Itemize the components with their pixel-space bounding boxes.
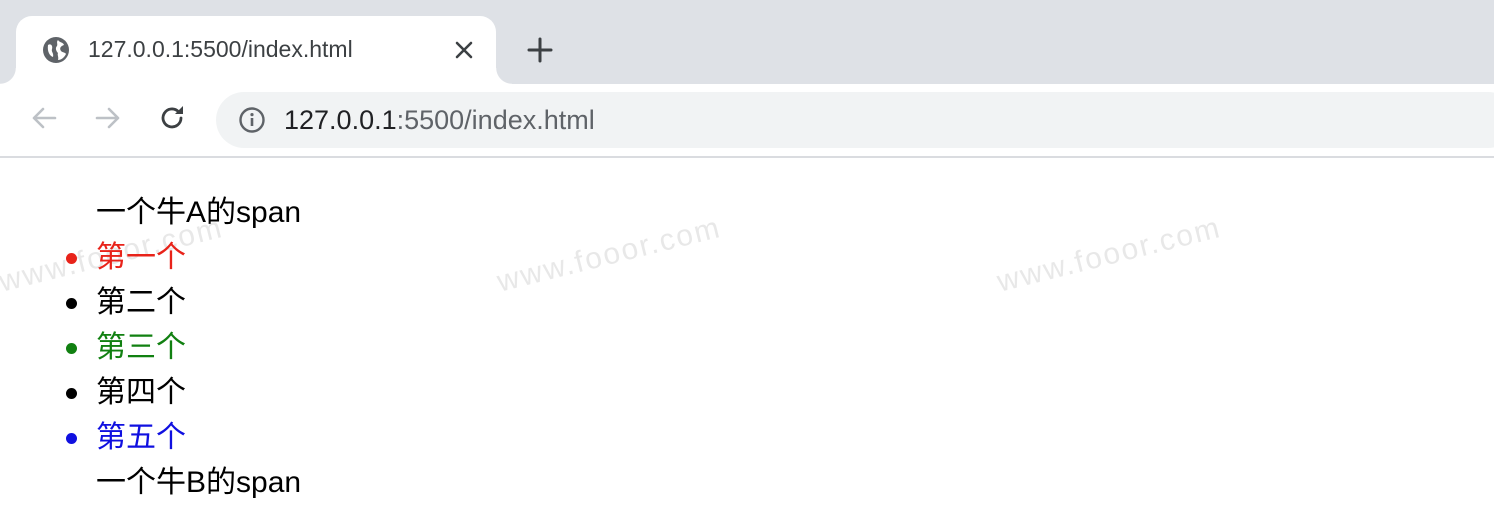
- close-icon[interactable]: [452, 38, 476, 62]
- list-item: 第二个: [66, 285, 186, 321]
- watermark: www.fooor.com: [993, 211, 1225, 299]
- list-item-text: 第五个: [96, 421, 186, 454]
- page-content: www.fooor.com www.fooor.com www.fooor.co…: [0, 158, 1494, 516]
- list-item: 第四个: [66, 375, 186, 411]
- forward-arrow-icon[interactable]: [92, 102, 124, 134]
- list-item: 第五个: [66, 420, 186, 456]
- browser-tab[interactable]: 127.0.0.1:5500/index.html: [0, 16, 512, 84]
- new-tab-plus-icon[interactable]: [524, 34, 556, 66]
- url-host: 127.0.0.1: [284, 105, 397, 135]
- info-icon[interactable]: [238, 106, 266, 134]
- list-bullet: [66, 253, 77, 264]
- reload-icon[interactable]: [156, 102, 188, 134]
- url-text[interactable]: 127.0.0.1:5500/index.html: [284, 105, 595, 136]
- list-bullet: [66, 298, 77, 309]
- span-a: 一个牛A的span: [96, 196, 302, 229]
- list-item-text: 第二个: [96, 286, 186, 319]
- span-b: 一个牛B的span: [96, 466, 302, 499]
- list-bullet: [66, 433, 77, 444]
- list-item-text: 第三个: [96, 331, 186, 364]
- address-bar[interactable]: 127.0.0.1:5500/index.html: [216, 92, 1494, 148]
- watermark: www.fooor.com: [493, 211, 725, 299]
- globe-icon: [43, 37, 69, 63]
- list-item: 第一个: [66, 240, 186, 276]
- browser-toolbar: 127.0.0.1:5500/index.html: [0, 84, 1494, 158]
- url-path: :5500/index.html: [396, 105, 595, 135]
- list-item-text: 第一个: [96, 241, 186, 274]
- tab-title: 127.0.0.1:5500/index.html: [88, 36, 353, 62]
- list-item: 第三个: [66, 330, 186, 366]
- back-arrow-icon[interactable]: [28, 102, 60, 134]
- list-item-text: 第四个: [96, 376, 186, 409]
- tab-strip: 127.0.0.1:5500/index.html: [0, 0, 1494, 84]
- list-bullet: [66, 388, 77, 399]
- list-bullet: [66, 343, 77, 354]
